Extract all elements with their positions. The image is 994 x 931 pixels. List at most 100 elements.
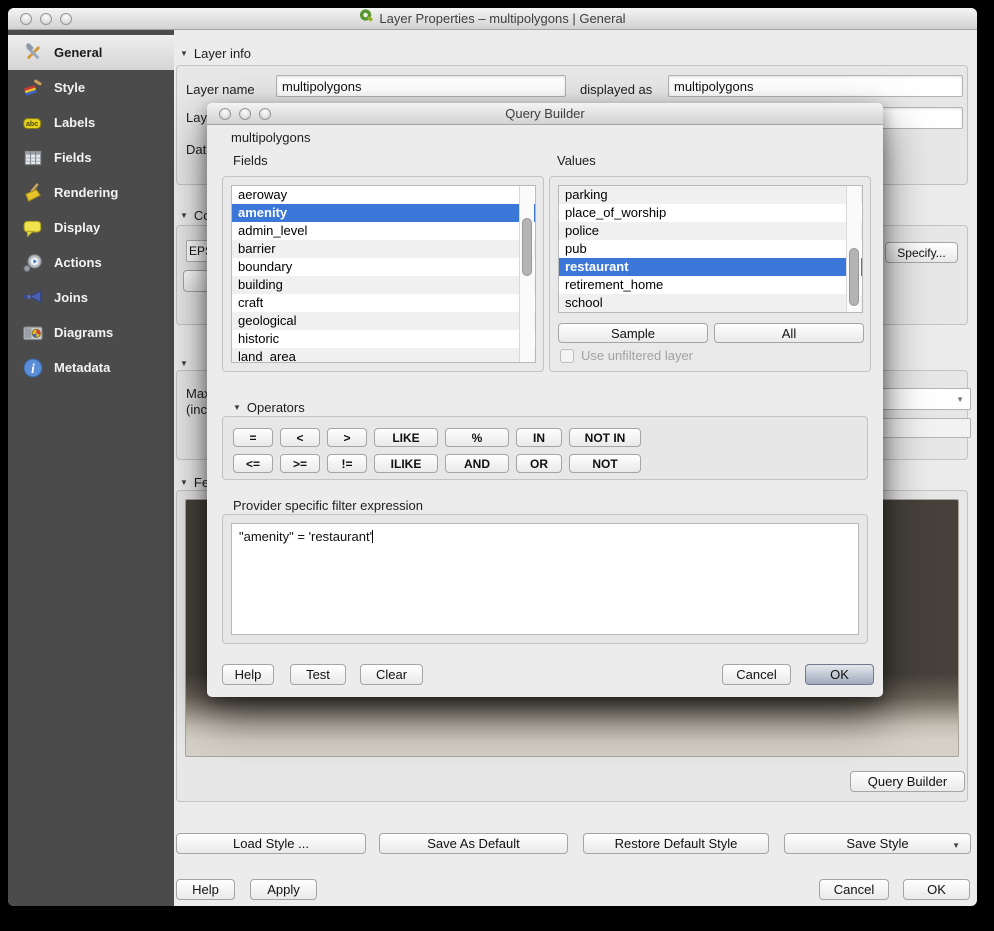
value-list-item[interactable]: restaurant [559, 258, 862, 276]
close-button[interactable] [20, 13, 32, 25]
operators-header[interactable]: ▼ Operators [233, 400, 305, 415]
all-button[interactable]: All [714, 323, 864, 343]
displayed-as-label: displayed as [580, 79, 652, 101]
operator-button[interactable]: = [233, 428, 273, 447]
scrollbar-thumb[interactable] [849, 248, 859, 306]
crs-header[interactable]: ▼ Co [180, 208, 211, 223]
operator-button[interactable]: != [327, 454, 367, 473]
labels-icon: abc [21, 112, 45, 134]
sidebar-item-rendering[interactable]: Rendering [8, 175, 174, 210]
field-list-item[interactable]: building [232, 276, 535, 294]
chevron-down-icon: ▼ [952, 841, 960, 850]
dialog-clear-button[interactable]: Clear [360, 664, 423, 685]
values-groupbox: parkingplace_of_worshippolicepubrestaura… [549, 176, 871, 372]
display-icon [21, 217, 45, 239]
fields-label: Fields [233, 153, 268, 168]
disclosure-triangle-icon: ▼ [233, 403, 241, 412]
specify-button[interactable]: Specify... [885, 242, 958, 263]
value-list-item[interactable]: police [559, 222, 862, 240]
value-list-item[interactable]: place_of_worship [559, 204, 862, 222]
field-list-item[interactable]: admin_level [232, 222, 535, 240]
value-list-item[interactable]: school [559, 294, 862, 312]
operator-button[interactable]: <= [233, 454, 273, 473]
minimize-button[interactable] [40, 13, 52, 25]
operator-button[interactable]: LIKE [374, 428, 438, 447]
zoom-button[interactable] [60, 13, 72, 25]
operator-button[interactable]: OR [516, 454, 562, 473]
query-builder-dialog: Query Builder multipolygons Fields Value… [207, 103, 883, 697]
operator-button[interactable]: NOT [569, 454, 641, 473]
data-encoding-label: Dat [186, 139, 206, 161]
sidebar-item-joins[interactable]: Joins [8, 280, 174, 315]
operator-button[interactable]: ILIKE [374, 454, 438, 473]
sidebar-item-style[interactable]: Style [8, 70, 174, 105]
dialog-ok-button[interactable]: OK [805, 664, 874, 685]
help-button[interactable]: Help [176, 879, 235, 900]
fields-scrollbar[interactable] [519, 186, 534, 362]
field-list-item[interactable]: historic [232, 330, 535, 348]
inclusive-label: (inc [186, 402, 207, 417]
layer-name-input[interactable] [276, 75, 566, 97]
apply-button[interactable]: Apply [250, 879, 317, 900]
use-unfiltered-checkbox[interactable] [560, 349, 574, 363]
save-style-button[interactable]: Save Style ▼ [784, 833, 971, 854]
value-list-item[interactable]: retirement_home [559, 276, 862, 294]
sidebar-item-metadata[interactable]: i Metadata [8, 350, 174, 385]
field-list-item[interactable]: geological [232, 312, 535, 330]
chevron-down-icon: ▼ [956, 395, 964, 404]
dialog-help-button[interactable]: Help [222, 664, 274, 685]
operator-button[interactable]: >= [280, 454, 320, 473]
expression-textarea[interactable]: "amenity" = 'restaurant' [231, 523, 859, 635]
actions-icon [21, 252, 45, 274]
save-as-default-button[interactable]: Save As Default [379, 833, 568, 854]
layer-name-label: Layer name [186, 79, 255, 101]
dialog-test-button[interactable]: Test [290, 664, 346, 685]
dialog-window-controls [219, 108, 271, 120]
sample-button[interactable]: Sample [558, 323, 708, 343]
query-builder-button[interactable]: Query Builder [850, 771, 965, 792]
window-titlebar[interactable]: Layer Properties – multipolygons | Gener… [8, 8, 977, 30]
scrollbar-thumb[interactable] [522, 218, 532, 276]
field-list-item[interactable]: craft [232, 294, 535, 312]
load-style-button[interactable]: Load Style ... [176, 833, 366, 854]
field-list-item[interactable]: aeroway [232, 186, 535, 204]
scale-visibility-header[interactable]: ▼ [180, 359, 188, 368]
dialog-titlebar[interactable]: Query Builder [207, 103, 883, 125]
disclosure-triangle-icon: ▼ [180, 211, 188, 220]
displayed-as-input[interactable] [668, 75, 963, 97]
close-button[interactable] [219, 108, 231, 120]
operators-row-2: <= >= != ILIKE AND OR NOT [233, 454, 641, 473]
sidebar-item-display[interactable]: Display [8, 210, 174, 245]
operator-button[interactable]: > [327, 428, 367, 447]
restore-default-style-button[interactable]: Restore Default Style [583, 833, 769, 854]
sidebar-item-labels[interactable]: abc Labels [8, 105, 174, 140]
operator-button[interactable]: IN [516, 428, 562, 447]
sidebar-item-actions[interactable]: Actions [8, 245, 174, 280]
minimize-button[interactable] [239, 108, 251, 120]
field-list-item[interactable]: boundary [232, 258, 535, 276]
general-icon [21, 42, 45, 64]
layer-info-header[interactable]: ▼ Layer info [180, 46, 251, 61]
features-header[interactable]: ▼ Fe [180, 475, 209, 490]
use-unfiltered-label: Use unfiltered layer [581, 348, 693, 363]
operator-button[interactable]: NOT IN [569, 428, 641, 447]
values-scrollbar[interactable] [846, 186, 861, 312]
operator-button[interactable]: % [445, 428, 509, 447]
values-list: parkingplace_of_worshippolicepubrestaura… [558, 185, 863, 313]
dialog-cancel-button[interactable]: Cancel [722, 664, 791, 685]
sidebar-item-diagrams[interactable]: Diagrams [8, 315, 174, 350]
joins-icon [21, 287, 45, 309]
operator-button[interactable]: AND [445, 454, 509, 473]
field-list-item[interactable]: barrier [232, 240, 535, 258]
field-list-item[interactable]: land_area [232, 348, 535, 363]
value-list-item[interactable]: pub [559, 240, 862, 258]
cancel-button[interactable]: Cancel [819, 879, 889, 900]
operator-button[interactable]: < [280, 428, 320, 447]
operators-row-1: = < > LIKE% IN NOT IN [233, 428, 641, 447]
sidebar-item-fields[interactable]: Fields [8, 140, 174, 175]
sidebar-item-general[interactable]: General [8, 35, 174, 70]
ok-button[interactable]: OK [903, 879, 970, 900]
field-list-item[interactable]: amenity [232, 204, 535, 222]
zoom-button[interactable] [259, 108, 271, 120]
value-list-item[interactable]: parking [559, 186, 862, 204]
